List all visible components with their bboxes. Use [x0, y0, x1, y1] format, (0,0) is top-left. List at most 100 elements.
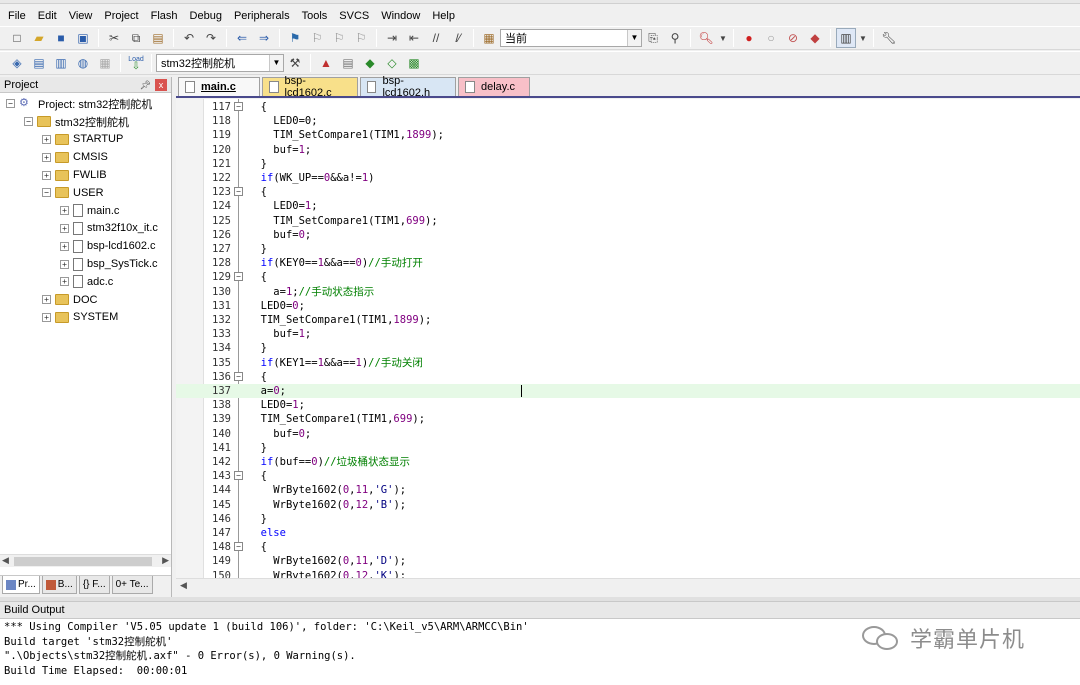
code-line[interactable]: 135 if(KEY1==1&&a==1)//手动关闭 [176, 356, 1080, 370]
undo-icon[interactable]: ↶ [179, 28, 199, 48]
window-layout-icon[interactable]: ▥ [836, 28, 856, 48]
menu-peripherals[interactable]: Peripherals [228, 7, 296, 25]
prev-bookmark-icon[interactable]: ⚐ [307, 28, 327, 48]
project-hscrollbar[interactable]: ◀ ▶ [0, 554, 171, 567]
code-line[interactable]: 130 a=1;//手动状态指示 [176, 285, 1080, 299]
scroll-right-icon[interactable]: ▶ [162, 555, 169, 566]
tree-file-adc-c[interactable]: + adc.c [0, 273, 171, 291]
code-line[interactable]: 129− { [176, 270, 1080, 284]
disable-breakpoint-icon[interactable]: ○ [761, 28, 781, 48]
search-icon[interactable]: 🔍︎ [696, 28, 716, 48]
rebuild-icon[interactable]: ▥ [51, 53, 71, 73]
code-line[interactable]: 133 buf=1; [176, 327, 1080, 341]
tab-functions[interactable]: {} F... [78, 576, 110, 594]
menu-flash[interactable]: Flash [145, 7, 184, 25]
code-line[interactable]: 120 buf=1; [176, 143, 1080, 157]
stop-build-icon[interactable]: ▦ [95, 53, 115, 73]
translate-icon[interactable]: ◈ [7, 53, 27, 73]
download-button[interactable]: Load ⇩ [126, 53, 146, 73]
code-line[interactable]: 145 WrByte1602(0,12,'B'); [176, 498, 1080, 512]
code-line[interactable]: 122 if(WK_UP==0&&a!=1) [176, 171, 1080, 185]
unindent-icon[interactable]: ⇤ [404, 28, 424, 48]
tree-project-root[interactable]: − ⚙ Project: stm32控制舵机 [0, 95, 171, 113]
tree-group-cmsis[interactable]: + CMSIS [0, 148, 171, 166]
code-line[interactable]: 150 WrByte1602(0,12,'K'); [176, 569, 1080, 578]
code-line[interactable]: 132 TIM_SetCompare1(TIM1,1899); [176, 313, 1080, 327]
indent-icon[interactable]: ⇥ [382, 28, 402, 48]
tab-books[interactable]: B... [41, 576, 77, 594]
scroll-thumb[interactable] [14, 557, 152, 566]
code-line[interactable]: 131 LED0=0; [176, 299, 1080, 313]
code-line[interactable]: 136− { [176, 370, 1080, 384]
save-all-icon[interactable]: ▣ [73, 28, 93, 48]
tree-file-bsp-lcd1602-c[interactable]: + bsp-lcd1602.c [0, 237, 171, 255]
find-icon[interactable]: ⎘ [643, 28, 663, 48]
manage-components-icon[interactable]: ▲ [316, 53, 336, 73]
fold-toggle-icon[interactable]: − [234, 187, 243, 197]
paste-icon[interactable]: ▤ [148, 28, 168, 48]
configure-icon[interactable]: 🔧︎ [879, 28, 899, 48]
uncomment-icon[interactable]: /⁄ [448, 28, 468, 48]
incremental-find-icon[interactable]: ⚲ [665, 28, 685, 48]
code-line[interactable]: 139 TIM_SetCompare1(TIM1,699); [176, 412, 1080, 426]
menu-debug[interactable]: Debug [184, 7, 228, 25]
breakpoint-icon[interactable]: ● [739, 28, 759, 48]
collapse-toggle-icon[interactable]: − [6, 99, 15, 109]
disable-all-breakpoints-icon[interactable]: ⊘ [783, 28, 803, 48]
chevron-down-icon[interactable]: ▼ [718, 28, 728, 48]
scroll-left-icon[interactable]: ◀ [2, 555, 9, 566]
code-line[interactable]: 143− { [176, 469, 1080, 483]
tree-group-system[interactable]: + SYSTEM [0, 309, 171, 327]
tree-target[interactable]: − stm32控制舵机 [0, 113, 171, 131]
select-software-packs-icon[interactable]: ◇ [382, 53, 402, 73]
code-editor[interactable]: 117− {118 LED0=0; 119 TIM_SetCompare1(TIM… [176, 99, 1080, 578]
code-line[interactable]: 126 buf=0; [176, 228, 1080, 242]
editor-hscrollbar[interactable]: ◀ [176, 578, 1080, 593]
code-line[interactable]: 124 LED0=1; [176, 199, 1080, 213]
code-line[interactable]: 146 } [176, 512, 1080, 526]
fold-toggle-icon[interactable]: − [234, 272, 243, 282]
copy-icon[interactable]: ⧉ [126, 28, 146, 48]
nav-back-icon[interactable]: ⇐ [232, 28, 252, 48]
menu-file[interactable]: File [2, 7, 32, 25]
pack-installer-icon[interactable]: ◆ [360, 53, 380, 73]
code-line[interactable]: 148− { [176, 540, 1080, 554]
expand-toggle-icon[interactable]: + [42, 134, 51, 144]
menu-project[interactable]: Project [98, 7, 144, 25]
tab-templates[interactable]: 0+ Te... [111, 576, 153, 594]
save-icon[interactable]: ■ [51, 28, 71, 48]
expand-toggle-icon[interactable]: + [42, 295, 51, 305]
code-line[interactable]: 118 LED0=0; [176, 114, 1080, 128]
find-combo[interactable]: 当前 ▼ [500, 29, 642, 47]
fold-toggle-icon[interactable]: − [234, 102, 243, 111]
comment-icon[interactable]: // [426, 28, 446, 48]
fold-toggle-icon[interactable]: − [234, 471, 243, 481]
code-line[interactable]: 134 } [176, 341, 1080, 355]
code-line[interactable]: 123− { [176, 185, 1080, 199]
target-select[interactable]: stm32控制舵机 ▼ [156, 54, 284, 72]
expand-toggle-icon[interactable]: + [60, 277, 69, 287]
menu-tools[interactable]: Tools [296, 7, 334, 25]
chevron-down-icon[interactable]: ▼ [627, 30, 641, 46]
cut-icon[interactable]: ✂ [104, 28, 124, 48]
fold-toggle-icon[interactable]: − [234, 371, 243, 381]
tab-delay-c[interactable]: delay.c [458, 77, 530, 96]
tab-bsp-lcd1602-h[interactable]: bsp-lcd1602.h [360, 75, 456, 99]
redo-icon[interactable]: ↷ [201, 28, 221, 48]
tree-group-fwlib[interactable]: + FWLIB [0, 166, 171, 184]
scroll-left-icon[interactable]: ◀ [180, 580, 187, 591]
expand-toggle-icon[interactable]: + [60, 241, 69, 251]
close-icon[interactable]: x [155, 79, 167, 91]
file-extensions-icon[interactable]: ▤ [338, 53, 358, 73]
kill-breakpoints-icon[interactable]: ◆ [805, 28, 825, 48]
code-line[interactable]: 117− { [176, 100, 1080, 114]
bookmark-icon[interactable]: ⚑ [285, 28, 305, 48]
tree-group-startup[interactable]: + STARTUP [0, 131, 171, 149]
code-line[interactable]: 128 if(KEY0==1&&a==0)//手动打开 [176, 256, 1080, 270]
tree-file-stm32f10x-it-c[interactable]: + stm32f10x_it.c [0, 220, 171, 238]
run-time-environment-icon[interactable]: ▩ [404, 53, 424, 73]
code-line[interactable]: 147 else [176, 526, 1080, 540]
code-line[interactable]: 121 } [176, 157, 1080, 171]
tree-file-main-c[interactable]: + main.c [0, 202, 171, 220]
code-line[interactable]: 149 WrByte1602(0,11,'D'); [176, 554, 1080, 568]
